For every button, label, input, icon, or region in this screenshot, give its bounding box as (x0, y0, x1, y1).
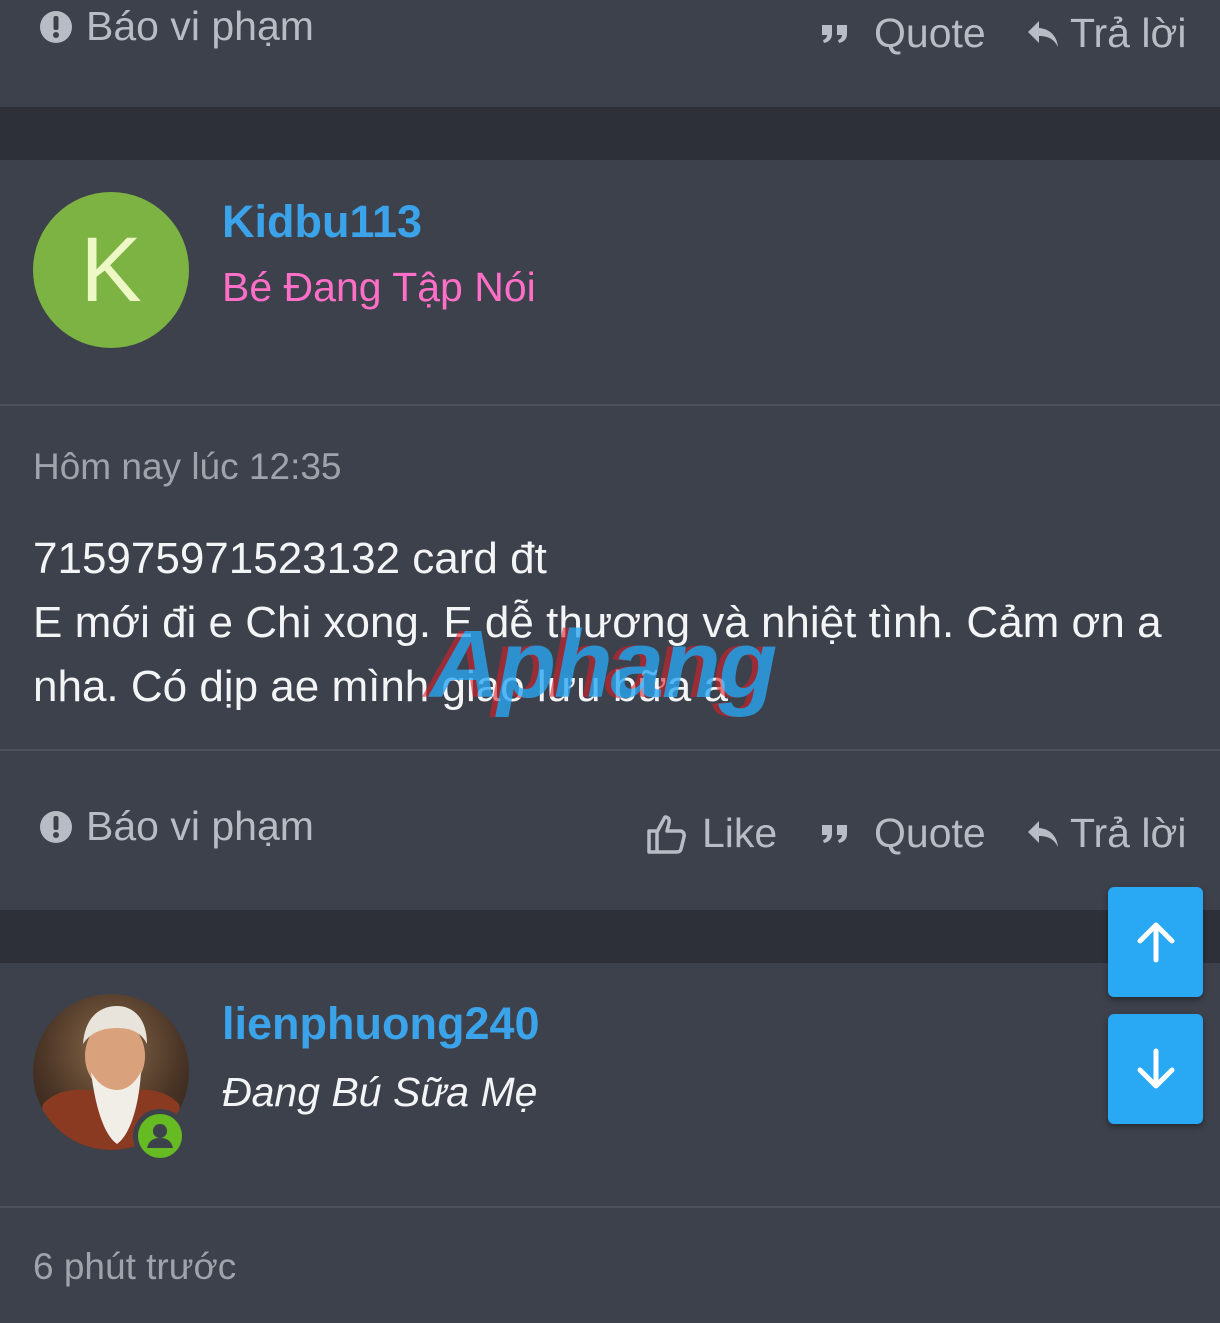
avatar-letter: K (80, 218, 142, 321)
reply-button[interactable]: Trả lời (1026, 10, 1186, 57)
like-button[interactable]: Like (646, 810, 777, 857)
post-2: K Kidbu113 Bé Đang Tập Nói Hôm nay lúc 1… (0, 160, 1220, 910)
username[interactable]: lienphuong240 (222, 998, 540, 1050)
user-online-icon (138, 1114, 182, 1158)
quote-label: Quote (874, 10, 986, 56)
post-body-line: 715975971523132 card đt (33, 534, 547, 583)
quote-label: Quote (874, 810, 986, 856)
user-title: Đang Bú Sữa Mẹ (222, 1069, 538, 1115)
report-label: Báo vi phạm (86, 803, 314, 849)
reply-icon (1028, 20, 1058, 47)
post-1-footer: Báo vi phạm Quote Trả lời (0, 0, 1220, 107)
exclamation-circle-icon (40, 10, 72, 43)
username[interactable]: Kidbu113 (222, 196, 422, 248)
scroll-up-button[interactable] (1108, 887, 1203, 997)
thumbs-up-icon (647, 814, 686, 854)
arrow-up-icon (1137, 922, 1174, 963)
reply-button[interactable]: Trả lời (1026, 810, 1186, 857)
divider (0, 404, 1220, 406)
reply-label: Trả lời (1070, 810, 1187, 856)
exclamation-circle-icon (40, 810, 72, 843)
report-button[interactable]: Báo vi phạm (38, 3, 314, 50)
report-button[interactable]: Báo vi phạm (38, 803, 314, 850)
report-label: Báo vi phạm (86, 3, 314, 49)
user-title: Bé Đang Tập Nói (222, 264, 536, 310)
quote-button[interactable]: Quote (820, 810, 986, 857)
reply-icon (1028, 820, 1058, 847)
quote-icon (822, 24, 847, 43)
arrow-down-icon (1137, 1048, 1174, 1089)
watermark: Aphang (430, 611, 777, 718)
divider (0, 749, 1220, 751)
reply-label: Trả lời (1070, 10, 1187, 56)
avatar[interactable]: K (33, 192, 189, 348)
quote-button[interactable]: Quote (820, 10, 986, 57)
divider (0, 1206, 1220, 1208)
like-label: Like (702, 810, 778, 856)
post-timestamp[interactable]: Hôm nay lúc 12:35 (33, 446, 342, 488)
scroll-down-button[interactable] (1108, 1014, 1203, 1124)
post-timestamp[interactable]: 6 phút trước (33, 1246, 236, 1288)
quote-icon (822, 824, 847, 843)
online-status-badge (133, 1109, 187, 1163)
post-3: lienphuong240 Đang Bú Sữa Mẹ 6 phút trướ… (0, 963, 1220, 1323)
